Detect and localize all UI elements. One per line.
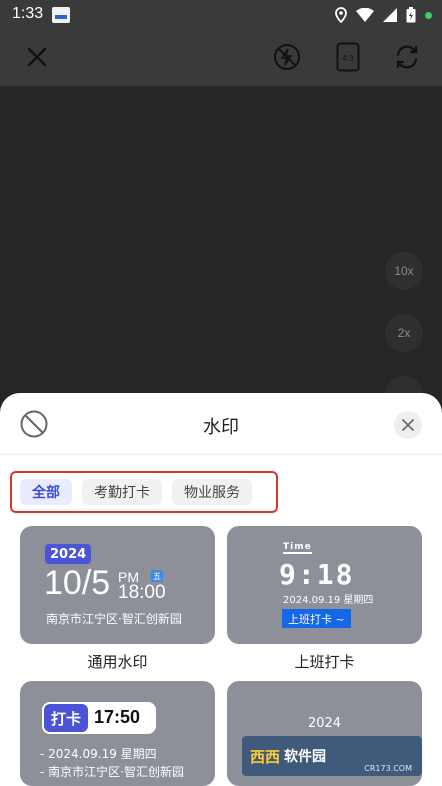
status-time: 1:33 (12, 5, 44, 22)
card-label-clock-in: 上班打卡 (294, 653, 355, 671)
camera-preview[interactable]: 10x 2x (0, 86, 442, 414)
wifi-icon (356, 8, 374, 22)
close-icon (402, 419, 414, 431)
watermark-logo-part-a: 西西 (250, 747, 281, 766)
zoom-10x-button[interactable]: 10x (385, 252, 423, 290)
sheet-title: 水印 (203, 417, 239, 438)
watermark-card-clock-in[interactable]: Time 9:18 2024.09.19 星期四 上班打卡 ~ (227, 526, 422, 644)
card-time-caption: Time (283, 542, 312, 554)
card-weekday-badge: 五 (151, 570, 163, 582)
tab-all[interactable]: 全部 (20, 479, 72, 505)
svg-text:4:3: 4:3 (342, 54, 354, 63)
card-clock: 18:00 (118, 582, 166, 603)
watermark-logo-url: CR173.COM (364, 764, 412, 773)
zoom-2x-label: 2x (397, 326, 411, 340)
card-year: 2024 (45, 544, 92, 564)
watermark-logo-part-b: 软件园 (284, 749, 327, 765)
status-icons (335, 6, 432, 24)
card-date: 10/5 (44, 564, 111, 602)
battery-icon (406, 7, 416, 23)
watermark-card-date[interactable]: 2024 西西 软件园 CR173.COM (227, 681, 422, 786)
aspect-ratio-button[interactable]: 4:3 (331, 40, 365, 74)
switch-camera-icon (396, 45, 418, 69)
punch-address-line: - 南京市江宁区·智汇创新园 (40, 765, 184, 779)
watermark-card-general[interactable]: 2024 10/5 PM 五 18:00 南京市江宁区·智汇创新园 (20, 526, 215, 644)
status-bar: 1:33 (0, 0, 442, 30)
watermark-card-punch[interactable]: 打卡 17:50 - 2024.09.19 星期四 - 南京市江宁区·智汇创新园 (20, 681, 215, 786)
flash-off-button[interactable] (270, 40, 304, 74)
card-year: 2024 (307, 716, 342, 731)
aspect-ratio-icon: 4:3 (336, 42, 360, 72)
zoom-10x-label: 10x (394, 264, 414, 278)
card-big-time: 9:18 (279, 558, 355, 591)
tab-attendance[interactable]: 考勤打卡 (82, 479, 162, 505)
flash-off-icon (274, 44, 300, 70)
app-notification-icon (52, 7, 70, 23)
category-tabs: 全部 考勤打卡 物业服务 (10, 471, 278, 513)
close-camera-button[interactable] (20, 40, 54, 74)
signal-icon (383, 8, 397, 22)
punch-badge: 打卡 (44, 704, 88, 732)
location-icon (335, 7, 347, 23)
tab-property-service[interactable]: 物业服务 (172, 479, 252, 505)
switch-camera-button[interactable] (390, 40, 424, 74)
card-action-badge: 上班打卡 ~ (282, 609, 351, 628)
watermark-sheet: 水印 全部 考勤打卡 物业服务 2024 10/5 PM 五 18:00 南京市… (0, 393, 442, 786)
privacy-dot-icon (425, 11, 432, 19)
card-date-line: 2024.09.19 星期四 (283, 595, 374, 606)
card-label-general: 通用水印 (87, 653, 148, 671)
camera-toolbar: 4:3 (0, 30, 442, 86)
close-sheet-button[interactable] (394, 411, 422, 439)
card-address: 南京市江宁区·智汇创新园 (46, 612, 182, 626)
close-icon (27, 47, 47, 67)
sheet-header: 水印 (0, 393, 442, 455)
punch-date-line: - 2024.09.19 星期四 (40, 747, 157, 761)
punch-time: 17:50 (94, 707, 141, 727)
site-watermark-logo: 西西 软件园 CR173.COM (242, 736, 422, 776)
zoom-2x-button[interactable]: 2x (385, 314, 423, 352)
